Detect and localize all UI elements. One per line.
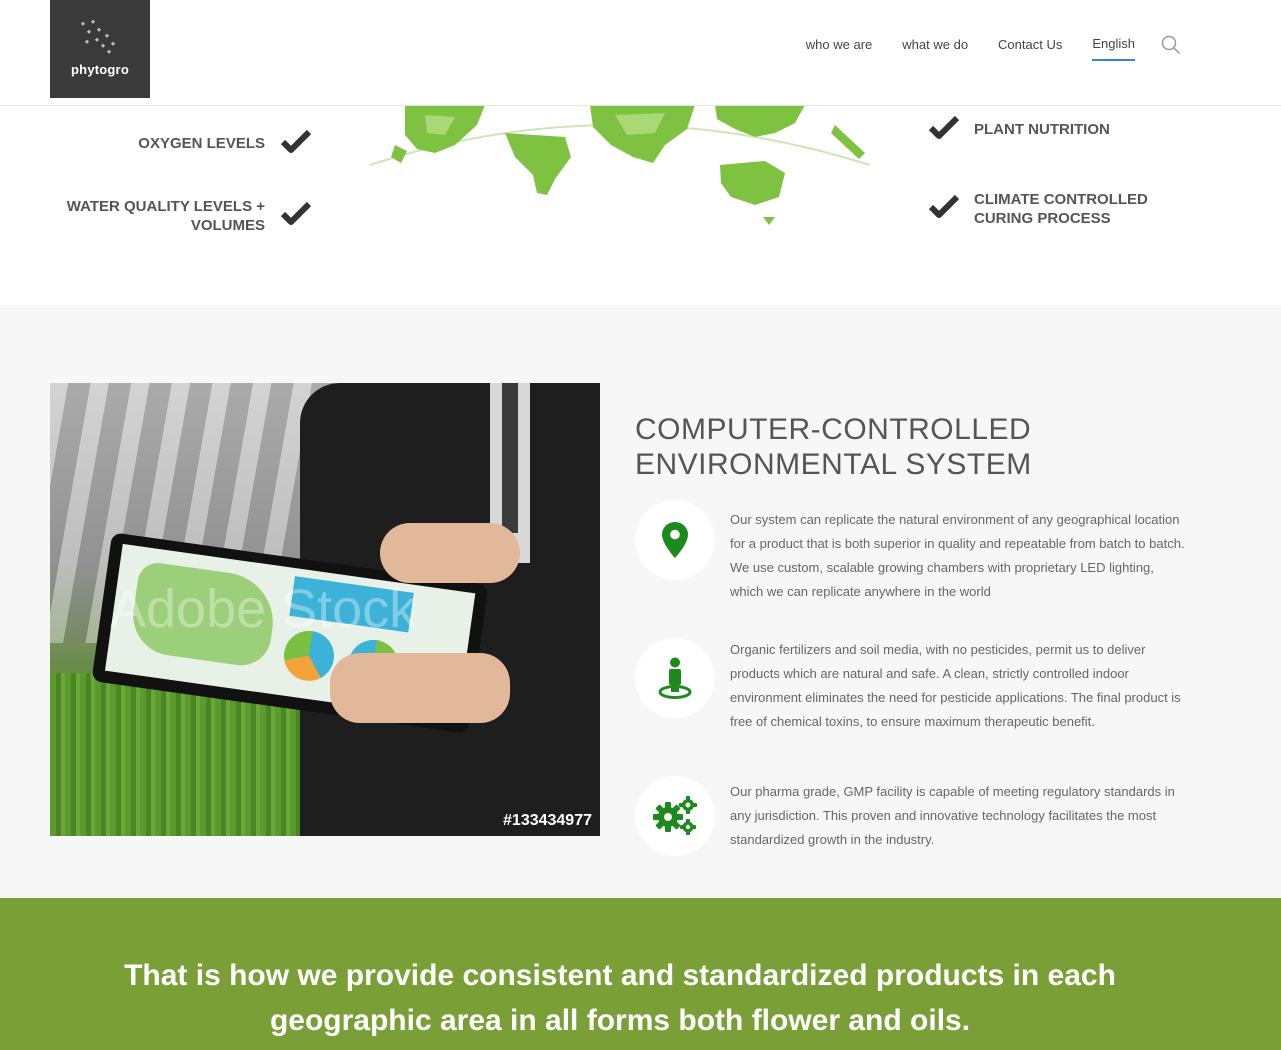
green-banner: That is how we provide consistent and st… — [0, 898, 1281, 1050]
logo-mark-icon — [80, 19, 116, 54]
icon-circle — [635, 500, 715, 580]
checkmark-icon — [281, 202, 311, 225]
nav-language-english[interactable]: English — [1092, 36, 1135, 61]
nav-contact-us[interactable]: Contact Us — [998, 37, 1062, 60]
feature-water-quality: WATER QUALITY LEVELS + VOLUMES — [66, 198, 265, 234]
checkmark-icon — [281, 130, 311, 153]
search-icon[interactable] — [1161, 35, 1181, 55]
nav-who-we-are[interactable]: who we are — [806, 37, 872, 60]
person-location-icon — [658, 657, 692, 699]
watermark-text: Adobe Stock — [110, 579, 417, 639]
checkmark-icon — [929, 195, 959, 218]
map-pin-icon — [662, 522, 688, 558]
system-item-text: Our pharma grade, GMP facility is capabl… — [730, 784, 1175, 847]
system-item-text: Organic fertilizers and soil media, with… — [730, 642, 1181, 729]
businessman-tablet-photo: Adobe Stock #133434977 — [50, 383, 600, 836]
environmental-system-section: Adobe Stock #133434977 COMPUTER-CONTROLL… — [0, 305, 1281, 898]
gears-icon — [653, 796, 697, 835]
feature-oxygen-levels: OXYGEN LEVELS — [138, 135, 265, 152]
icon-circle — [635, 776, 715, 856]
logo[interactable]: phytogro — [50, 0, 150, 98]
banner-text: That is how we provide consistent and st… — [124, 959, 1116, 1037]
features-section: OXYGEN LEVELS WATER QUALITY LEVELS + VOL… — [0, 105, 1281, 305]
nav-what-we-do[interactable]: what we do — [902, 37, 968, 60]
site-header: phytogro who we are what we do Contact U… — [0, 0, 1281, 106]
main-nav: who we are what we do Contact Us English — [776, 35, 1181, 61]
logo-text: phytogro — [71, 62, 129, 77]
stock-id: #133434977 — [503, 812, 592, 829]
checkmark-icon — [929, 116, 959, 139]
globe-map-image — [369, 105, 871, 225]
system-item-text: Our system can replicate the natural env… — [730, 512, 1185, 599]
icon-circle — [635, 638, 715, 718]
section-title: COMPUTER-CONTROLLED ENVIRONMENTAL SYSTEM — [635, 412, 1032, 481]
feature-plant-nutrition: PLANT NUTRITION — [974, 121, 1110, 138]
feature-climate-controlled: CLIMATE CONTROLLED CURING PROCESS — [974, 191, 1148, 227]
